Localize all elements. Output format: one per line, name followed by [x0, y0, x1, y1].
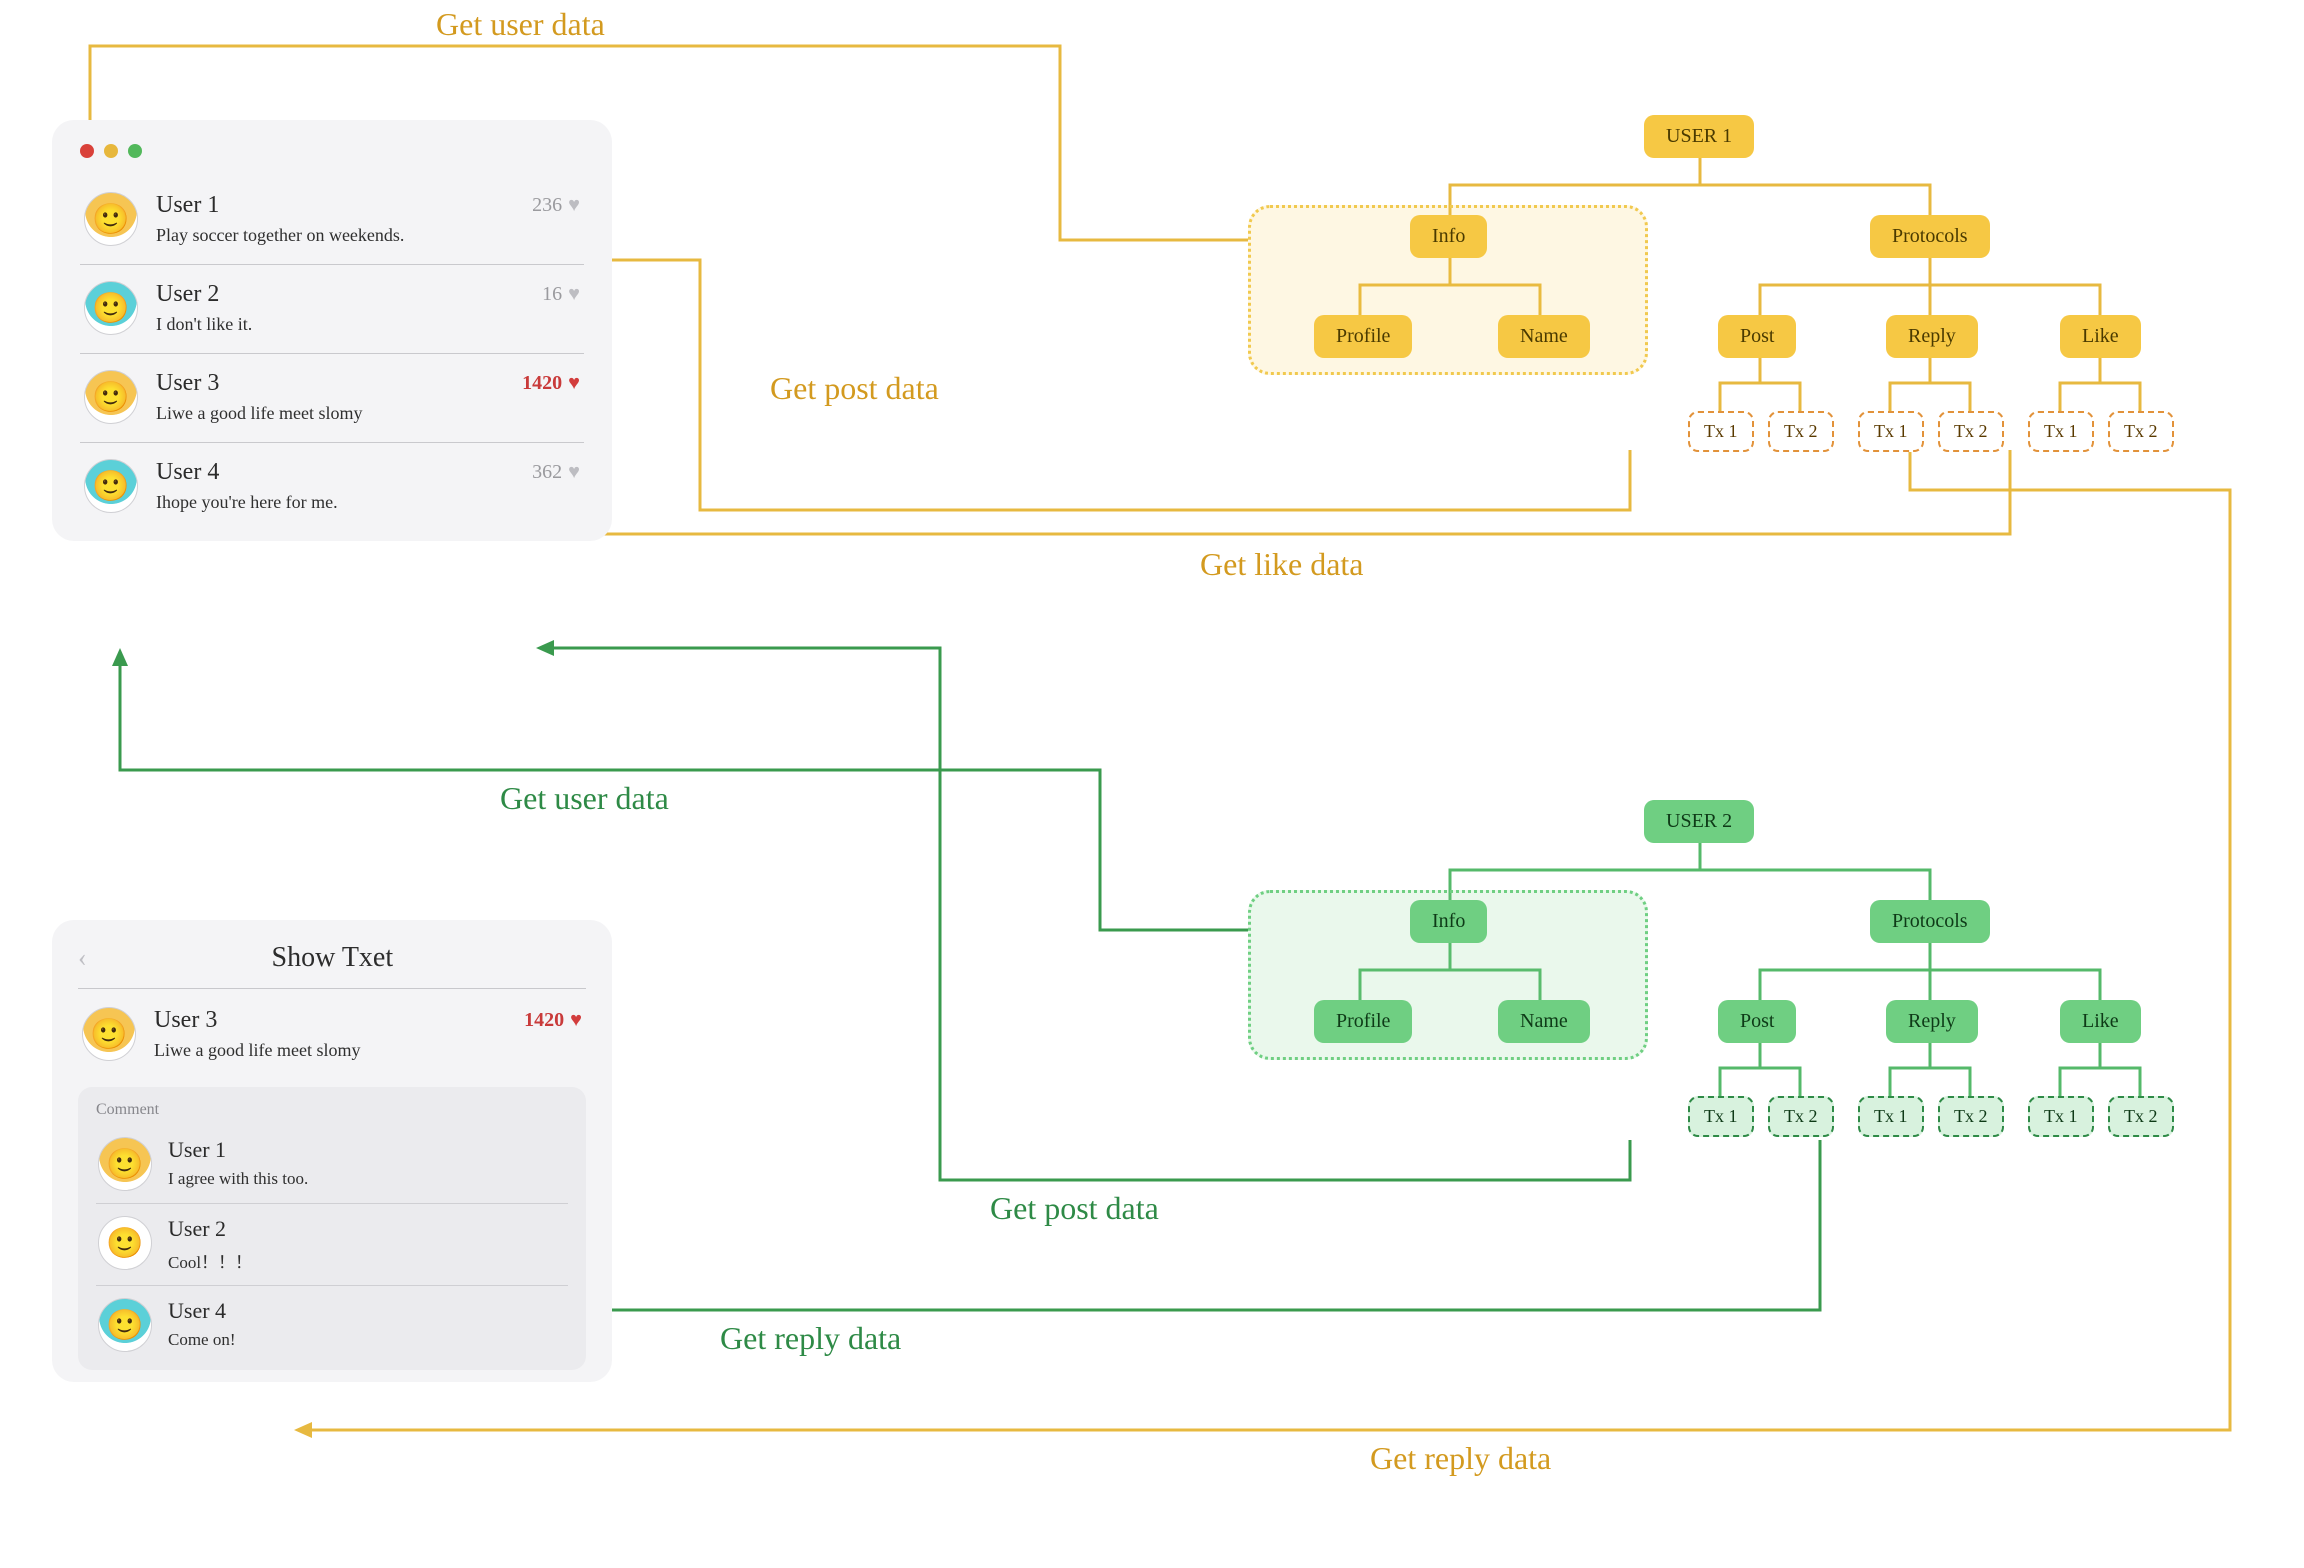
feed-post[interactable]: 🙂 User 4 362 ♥ Ihope you're here for me.	[80, 443, 584, 531]
comment-user: User 4	[168, 1298, 566, 1324]
likes[interactable]: 1420 ♥	[522, 372, 580, 395]
tx-node: Tx 1	[1688, 1096, 1754, 1137]
avatar: 🙂	[98, 1298, 152, 1352]
likes[interactable]: 362 ♥	[532, 461, 580, 484]
comment-text: Come on!	[168, 1330, 566, 1350]
flow-label-get-like-data: Get like data	[1200, 546, 1363, 583]
node-name: Name	[1498, 1000, 1590, 1043]
heart-icon: ♥	[568, 283, 580, 306]
comment-text: Cool！！！	[168, 1248, 566, 1273]
node-like: Like	[2060, 315, 2141, 358]
node-post: Post	[1718, 315, 1796, 358]
comment-user: User 1	[168, 1137, 566, 1163]
tx-node: Tx 2	[1768, 1096, 1834, 1137]
detail-title: Show Txet	[109, 942, 556, 974]
avatar: 🙂	[82, 1007, 136, 1061]
feed-panel: 🙂 User 1 236 ♥ Play soccer together on w…	[52, 120, 612, 541]
feed-post[interactable]: 🙂 User 3 1420 ♥ Liwe a good life meet sl…	[80, 354, 584, 443]
zoom-icon[interactable]	[128, 144, 142, 158]
flow-label-get-post-data: Get post data	[770, 370, 939, 407]
minimize-icon[interactable]	[104, 144, 118, 158]
tx-node: Tx 2	[2108, 1096, 2174, 1137]
post-user: User 3	[154, 1007, 217, 1034]
flow-label-get-reply-data: Get reply data	[1370, 1440, 1551, 1477]
node-info: Info	[1410, 900, 1487, 943]
tx-node: Tx 2	[1768, 411, 1834, 452]
close-icon[interactable]	[80, 144, 94, 158]
node-protocols: Protocols	[1870, 215, 1990, 258]
heart-icon: ♥	[568, 194, 580, 217]
post-user: User 4	[156, 459, 219, 486]
node-post: Post	[1718, 1000, 1796, 1043]
avatar: 🙂	[98, 1137, 152, 1191]
likes[interactable]: 16 ♥	[542, 283, 580, 306]
node-root: USER 1	[1644, 115, 1754, 158]
flow-label-get-post-data: Get post data	[990, 1190, 1159, 1227]
comments: Comment 🙂 User 1 I agree with this too. …	[78, 1087, 586, 1370]
node-protocols: Protocols	[1870, 900, 1990, 943]
node-profile: Profile	[1314, 1000, 1412, 1043]
tx-node: Tx 1	[1858, 1096, 1924, 1137]
comment-item[interactable]: 🙂 User 2 Cool！！！	[96, 1204, 568, 1286]
feed-post[interactable]: 🙂 User 2 16 ♥ I don't like it.	[80, 265, 584, 354]
node-profile: Profile	[1314, 315, 1412, 358]
heart-icon: ♥	[568, 461, 580, 484]
back-icon[interactable]: ‹	[78, 943, 87, 973]
avatar: 🙂	[98, 1216, 152, 1270]
post-text: Liwe a good life meet slomy	[156, 403, 580, 424]
heart-icon: ♥	[570, 1009, 582, 1032]
data-tree-user2: USER 2 Info Protocols Profile Name Post …	[1240, 800, 2240, 1160]
avatar: 🙂	[84, 192, 138, 246]
comment-item[interactable]: 🙂 User 1 I agree with this too.	[96, 1125, 568, 1204]
detail-panel: ‹ Show Txet 🙂 User 3 1420 ♥ Liwe a good …	[52, 920, 612, 1382]
post-user: User 2	[156, 281, 219, 308]
heart-icon: ♥	[568, 372, 580, 395]
tx-node: Tx 2	[1938, 1096, 2004, 1137]
window-controls	[80, 144, 584, 158]
flow-label-get-user-data: Get user data	[500, 780, 669, 817]
post-text: Liwe a good life meet slomy	[154, 1040, 582, 1061]
tx-node: Tx 1	[2028, 411, 2094, 452]
like-count: 236	[532, 194, 562, 217]
post-text: Ihope you're here for me.	[156, 492, 580, 513]
feed-post[interactable]: 🙂 User 1 236 ♥ Play soccer together on w…	[80, 176, 584, 265]
avatar: 🙂	[84, 459, 138, 513]
flow-label-get-reply-data: Get reply data	[720, 1320, 901, 1357]
flow-label-get-user-data: Get user data	[436, 6, 605, 43]
node-reply: Reply	[1886, 315, 1978, 358]
likes[interactable]: 236 ♥	[532, 194, 580, 217]
post-text: I don't like it.	[156, 314, 580, 335]
likes[interactable]: 1420 ♥	[524, 1009, 582, 1032]
post-text: Play soccer together on weekends.	[156, 225, 580, 246]
node-root: USER 2	[1644, 800, 1754, 843]
like-count: 362	[532, 461, 562, 484]
tx-node: Tx 1	[1688, 411, 1754, 452]
node-info: Info	[1410, 215, 1487, 258]
detail-post: 🙂 User 3 1420 ♥ Liwe a good life meet sl…	[78, 989, 586, 1083]
post-user: User 1	[156, 192, 219, 219]
node-reply: Reply	[1886, 1000, 1978, 1043]
tx-node: Tx 2	[1938, 411, 2004, 452]
avatar: 🙂	[84, 281, 138, 335]
post-user: User 3	[156, 370, 219, 397]
comments-label: Comment	[96, 1101, 568, 1119]
tx-node: Tx 1	[1858, 411, 1924, 452]
like-count: 1420	[522, 372, 562, 395]
comment-text: I agree with this too.	[168, 1169, 566, 1189]
tx-node: Tx 2	[2108, 411, 2174, 452]
comment-item[interactable]: 🙂 User 4 Come on!	[96, 1286, 568, 1364]
comment-user: User 2	[168, 1216, 566, 1242]
data-tree-user1: USER 1 Info Protocols Profile Name Post …	[1240, 115, 2240, 475]
like-count: 1420	[524, 1009, 564, 1032]
tx-node: Tx 1	[2028, 1096, 2094, 1137]
node-name: Name	[1498, 315, 1590, 358]
avatar: 🙂	[84, 370, 138, 424]
like-count: 16	[542, 283, 562, 306]
node-like: Like	[2060, 1000, 2141, 1043]
